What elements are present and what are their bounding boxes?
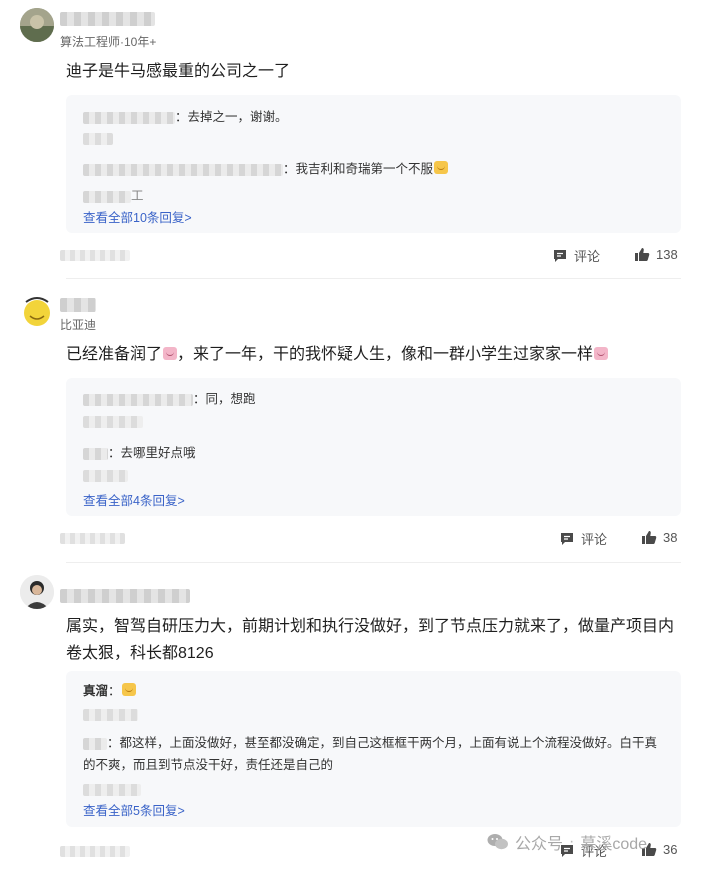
watermark: 公众号 · 慕溪code	[487, 830, 647, 854]
comment-icon	[561, 532, 573, 545]
reply-box: ：去掉之一，谢谢。 ：我吉利和奇瑞第一个不服 工 查看全部10条回复>	[66, 95, 681, 233]
avatar[interactable]	[20, 294, 54, 328]
reply-author[interactable]: 真溜	[83, 684, 108, 698]
smile-emoji-icon	[121, 683, 136, 696]
reply-author[interactable]	[83, 393, 193, 406]
comment-label: 评论	[581, 532, 608, 547]
username[interactable]	[60, 589, 190, 603]
avatar[interactable]	[20, 575, 54, 609]
reply-box: ：同，想跑 ：去哪里好点哦 查看全部4条回复>	[66, 378, 681, 516]
post-date	[60, 250, 130, 261]
smile-emoji-icon	[434, 161, 449, 174]
like-button[interactable]: 138	[634, 246, 678, 262]
reply-author[interactable]	[83, 163, 283, 176]
comment-icon	[554, 249, 566, 262]
reply-date	[83, 709, 138, 721]
reply-item: ：都这样，上面没做好，甚至都没确定，到自己这框框干两个月，上面有说上个流程没做好…	[83, 736, 658, 772]
comment-button[interactable]: 评论	[559, 529, 607, 548]
watermark-name: 慕溪code	[580, 836, 648, 853]
avatar[interactable]	[20, 8, 54, 42]
watermark-brand: 公众号	[515, 836, 564, 853]
comment-text: 已经准备润了 ，来了一年，干的我怀疑人生，像和一群小学生过家家一样	[66, 341, 676, 368]
reply-author[interactable]	[83, 447, 108, 460]
comment-label: 评论	[574, 249, 601, 264]
view-all-replies-link[interactable]: 查看全部5条回复>	[83, 800, 185, 819]
reply-item: ：去哪里好点哦	[83, 442, 196, 461]
username[interactable]	[60, 298, 96, 312]
avatar-image	[24, 297, 50, 326]
thumbs-up-icon	[642, 531, 657, 544]
reply-item: ：去掉之一，谢谢。	[83, 106, 288, 125]
reply-item: 真溜：	[83, 680, 136, 699]
comment-button[interactable]: 评论	[552, 246, 600, 265]
reply-date	[83, 784, 141, 796]
reply-author[interactable]	[83, 737, 107, 750]
comment-text: 属实，智驾自研压力大，前期计划和执行没做好，到了节点压力就来了，做量产项目内卷太…	[66, 618, 675, 662]
user-title: 算法工程师·10年+	[60, 35, 157, 49]
comment-text: 迪子是牛马感最重的公司之一了	[66, 63, 291, 80]
reply-date	[83, 470, 128, 482]
avatar-image	[20, 8, 54, 42]
like-count: 138	[656, 246, 678, 262]
like-count: 38	[663, 529, 678, 545]
thumbs-up-icon	[635, 248, 650, 261]
reply-author[interactable]	[83, 111, 175, 124]
like-button[interactable]: 38	[641, 529, 677, 545]
reply-date	[83, 416, 143, 428]
avatar-image	[20, 575, 54, 609]
smile-emoji-icon	[163, 347, 178, 360]
divider	[66, 278, 681, 279]
reply-box: 真溜： ：都这样，上面没做好，甚至都没确定，到自己这框框干两个月，上面有说上个流…	[66, 671, 681, 827]
wechat-icon	[487, 834, 508, 850]
post-date	[60, 533, 125, 544]
reply-date: 工	[83, 185, 144, 204]
username[interactable]	[60, 12, 155, 26]
like-count: 36	[663, 841, 678, 857]
smile-emoji-icon	[594, 347, 609, 360]
divider	[66, 562, 681, 563]
post-date	[60, 846, 130, 857]
view-all-replies-link[interactable]: 查看全部10条回复>	[83, 207, 192, 226]
reply-item: ：同，想跑	[83, 388, 256, 407]
view-all-replies-link[interactable]: 查看全部4条回复>	[83, 490, 185, 509]
reply-date	[83, 133, 113, 145]
reply-item: ：我吉利和奇瑞第一个不服	[83, 158, 449, 177]
user-title: 比亚迪	[60, 318, 97, 332]
